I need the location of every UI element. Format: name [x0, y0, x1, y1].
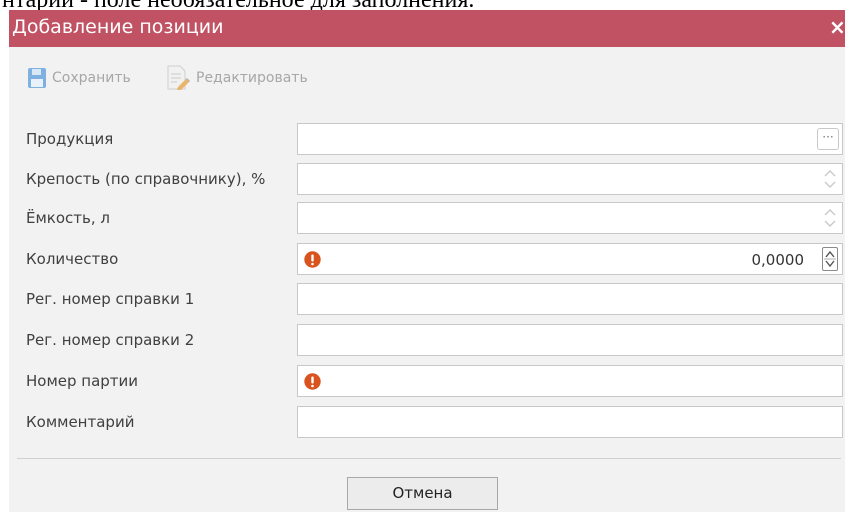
quantity-field[interactable]: 0,0000 [297, 243, 843, 275]
spinner-arrows-icon [824, 170, 836, 188]
warning-icon [304, 373, 321, 390]
row-reg2: Рег. номер справки 2 [9, 324, 845, 356]
footer-divider [17, 458, 841, 459]
add-position-dialog: Добавление позиции × Сохранить Редактиро… [9, 10, 845, 512]
close-icon[interactable]: × [829, 14, 845, 40]
warning-icon [304, 251, 321, 268]
comment-label: Комментарий [26, 413, 135, 431]
strength-label: Крепость (по справочнику), % [26, 170, 266, 188]
spinner-arrows-icon [824, 209, 836, 227]
batch-field[interactable] [297, 365, 843, 397]
product-label: Продукция [26, 130, 114, 148]
dialog-title: Добавление позиции [12, 16, 224, 38]
row-capacity: Ёмкость, л [9, 202, 845, 234]
spinner-arrows-icon [824, 250, 836, 268]
reg2-label: Рег. номер справки 2 [26, 331, 195, 349]
capacity-label: Ёмкость, л [26, 209, 110, 227]
toolbar: Сохранить Редактировать [9, 57, 845, 97]
row-batch: Номер партии [9, 365, 845, 397]
quantity-value: 0,0000 [751, 251, 805, 269]
capacity-field[interactable] [297, 202, 843, 234]
edit-button-label: Редактировать [196, 70, 308, 86]
batch-label: Номер партии [26, 372, 139, 390]
comment-field[interactable] [297, 406, 843, 438]
reg1-field[interactable] [297, 283, 843, 315]
quantity-label: Количество [26, 250, 119, 268]
save-button[interactable]: Сохранить [27, 65, 131, 91]
row-quantity: Количество 0,0000 [9, 243, 845, 275]
dialog-titlebar: Добавление позиции × [9, 10, 845, 47]
capacity-spinner[interactable] [822, 206, 838, 230]
reg2-field[interactable] [297, 324, 843, 356]
reg1-label: Рег. номер справки 1 [26, 290, 195, 308]
edit-button[interactable]: Редактировать [165, 65, 308, 91]
strength-spinner[interactable] [822, 167, 838, 191]
row-comment: Комментарий [9, 406, 845, 438]
product-field[interactable]: ··· [297, 123, 843, 155]
edit-document-icon [167, 65, 190, 90]
row-product: Продукция ··· [9, 123, 845, 155]
floppy-disk-icon [28, 68, 46, 88]
cancel-button[interactable]: Отмена [347, 477, 498, 510]
save-button-label: Сохранить [52, 70, 131, 86]
row-reg1: Рег. номер справки 1 [9, 283, 845, 315]
product-picker-button[interactable]: ··· [817, 128, 839, 150]
strength-field[interactable] [297, 163, 843, 195]
row-strength: Крепость (по справочнику), % [9, 163, 845, 195]
quantity-spinner[interactable] [822, 247, 838, 271]
